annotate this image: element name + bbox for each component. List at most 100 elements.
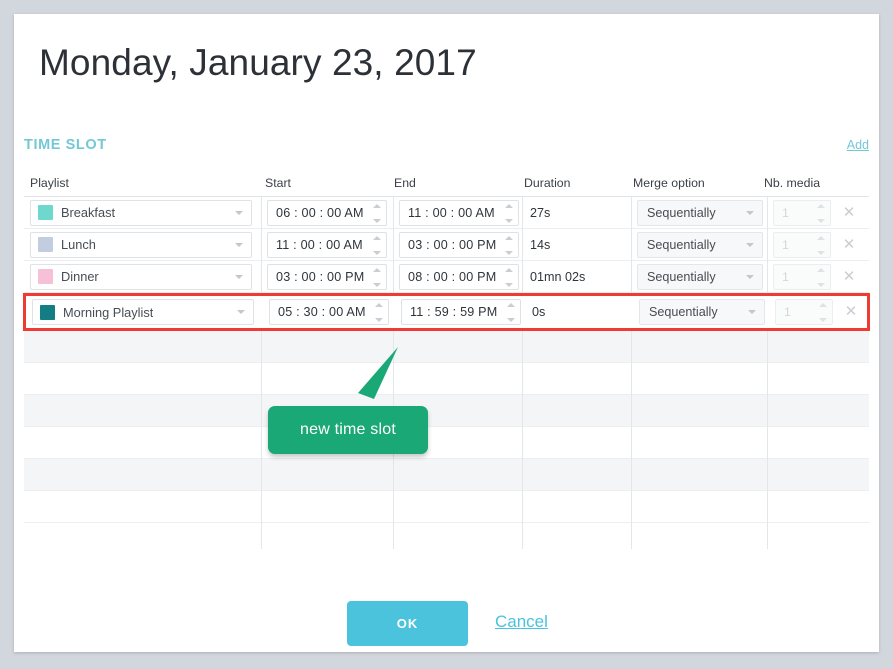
nb-media-value: 1 bbox=[782, 269, 789, 284]
spinner-up-icon[interactable] bbox=[505, 267, 513, 272]
playlist-select[interactable]: Lunch bbox=[30, 231, 252, 258]
spinner-up-icon[interactable] bbox=[505, 235, 513, 240]
table-row-empty[interactable] bbox=[24, 491, 869, 523]
nb-media-wrap: 1 ✕ bbox=[773, 231, 857, 258]
merge-option-value: Sequentially bbox=[647, 237, 716, 252]
nb-media-spinner[interactable] bbox=[817, 203, 826, 223]
nb-media-value: 1 bbox=[784, 305, 791, 319]
end-time-spinner[interactable] bbox=[507, 303, 516, 322]
playlist-select[interactable]: Morning Playlist bbox=[32, 299, 254, 325]
spinner-down-icon[interactable] bbox=[507, 318, 515, 322]
start-time-input[interactable]: 05 : 30 : 00 AM bbox=[269, 299, 389, 325]
spinner-down-icon[interactable] bbox=[505, 218, 513, 223]
chevron-down-icon[interactable] bbox=[235, 242, 243, 247]
spinner-down-icon[interactable] bbox=[817, 218, 825, 223]
table-row-empty[interactable] bbox=[24, 331, 869, 363]
start-time-input[interactable]: 11 : 00 : 00 AM bbox=[267, 231, 387, 258]
end-time-input[interactable]: 08 : 00 : 00 PM bbox=[399, 263, 519, 290]
playlist-select[interactable]: Dinner bbox=[30, 263, 252, 290]
merge-option-select[interactable]: Sequentially bbox=[637, 263, 763, 290]
nb-media-stepper[interactable]: 1 bbox=[773, 231, 831, 258]
nb-media-spinner[interactable] bbox=[819, 303, 828, 322]
spinner-up-icon[interactable] bbox=[373, 267, 381, 272]
nb-media-value: 1 bbox=[782, 237, 789, 252]
spinner-down-icon[interactable] bbox=[819, 318, 827, 322]
spinner-down-icon[interactable] bbox=[505, 250, 513, 255]
duration-value: 0s bbox=[532, 305, 546, 319]
spinner-up-icon[interactable] bbox=[373, 235, 381, 240]
delete-row-button[interactable]: ✕ bbox=[843, 304, 859, 320]
table-row[interactable]: Morning Playlist 05 : 30 : 00 AM 11 : 59 :… bbox=[23, 293, 870, 331]
end-time-spinner[interactable] bbox=[505, 235, 514, 255]
spinner-up-icon[interactable] bbox=[817, 267, 825, 272]
playlist-select[interactable]: Breakfast bbox=[30, 199, 252, 226]
end-time-spinner[interactable] bbox=[505, 203, 514, 223]
start-time-input[interactable]: 06 : 00 : 00 AM bbox=[267, 199, 387, 226]
dialog-card: Monday, January 23, 2017 TIME SLOT Add P… bbox=[14, 14, 879, 652]
spinner-down-icon[interactable] bbox=[373, 282, 381, 287]
nb-media-spinner[interactable] bbox=[817, 267, 826, 287]
chevron-down-icon[interactable] bbox=[748, 310, 756, 314]
start-time-spinner[interactable] bbox=[373, 267, 382, 287]
chevron-down-icon[interactable] bbox=[746, 210, 754, 215]
nb-media-stepper[interactable]: 1 bbox=[775, 299, 833, 325]
spinner-down-icon[interactable] bbox=[817, 250, 825, 255]
delete-row-button[interactable]: ✕ bbox=[841, 236, 857, 253]
nb-media-stepper[interactable]: 1 bbox=[773, 199, 831, 226]
spinner-down-icon[interactable] bbox=[373, 218, 381, 223]
chevron-down-icon[interactable] bbox=[235, 274, 243, 279]
add-time-slot-link[interactable]: Add bbox=[847, 138, 869, 152]
merge-option-select[interactable]: Sequentially bbox=[637, 199, 763, 226]
end-time-spinner[interactable] bbox=[505, 267, 514, 287]
table-row[interactable]: Breakfast 06 : 00 : 00 AM 11 : 00 : 00 AM 2… bbox=[24, 197, 869, 229]
spinner-up-icon[interactable] bbox=[373, 203, 381, 208]
spinner-up-icon[interactable] bbox=[819, 303, 827, 307]
end-time-input[interactable]: 03 : 00 : 00 PM bbox=[399, 231, 519, 258]
spinner-up-icon[interactable] bbox=[375, 303, 383, 307]
table-row-empty[interactable] bbox=[24, 459, 869, 491]
merge-option-select[interactable]: Sequentially bbox=[639, 299, 765, 325]
cell-end: 11 : 59 : 59 PM bbox=[395, 296, 524, 328]
delete-row-button[interactable]: ✕ bbox=[841, 204, 857, 221]
chevron-down-icon[interactable] bbox=[237, 310, 245, 314]
delete-row-button[interactable]: ✕ bbox=[841, 268, 857, 285]
start-time-spinner[interactable] bbox=[373, 235, 382, 255]
end-time-input[interactable]: 11 : 59 : 59 PM bbox=[401, 299, 521, 325]
table-row-empty[interactable] bbox=[24, 395, 869, 427]
chevron-down-icon[interactable] bbox=[235, 210, 243, 215]
cell-playlist: Lunch bbox=[24, 229, 261, 260]
spinner-up-icon[interactable] bbox=[507, 303, 515, 307]
merge-option-select[interactable]: Sequentially bbox=[637, 231, 763, 258]
table-row-empty[interactable] bbox=[24, 363, 869, 395]
chevron-down-icon[interactable] bbox=[746, 274, 754, 279]
spinner-down-icon[interactable] bbox=[505, 282, 513, 287]
table-row[interactable]: Dinner 03 : 00 : 00 PM 08 : 00 : 00 PM 01mn… bbox=[24, 261, 869, 293]
cell-end: 08 : 00 : 00 PM bbox=[393, 261, 522, 292]
cell-merge-option: Sequentially bbox=[631, 197, 767, 228]
nb-media-spinner[interactable] bbox=[817, 235, 826, 255]
column-header-playlist: Playlist bbox=[30, 176, 69, 190]
column-header-nb-media: Nb. media bbox=[764, 176, 821, 190]
table-header-row: Playlist Start End Duration Merge option… bbox=[24, 169, 869, 197]
spinner-up-icon[interactable] bbox=[505, 203, 513, 208]
spinner-down-icon[interactable] bbox=[373, 250, 381, 255]
start-time-spinner[interactable] bbox=[375, 303, 384, 322]
cancel-button[interactable]: Cancel bbox=[495, 612, 548, 632]
spinner-up-icon[interactable] bbox=[817, 235, 825, 240]
spinner-up-icon[interactable] bbox=[817, 203, 825, 208]
table-body: Breakfast 06 : 00 : 00 AM 11 : 00 : 00 AM 2… bbox=[23, 197, 870, 549]
start-time-input[interactable]: 03 : 00 : 00 PM bbox=[267, 263, 387, 290]
spinner-down-icon[interactable] bbox=[375, 318, 383, 322]
table-row[interactable]: Lunch 11 : 00 : 00 AM 03 : 00 : 00 PM 14s Se… bbox=[24, 229, 869, 261]
playlist-color-swatch bbox=[38, 205, 53, 220]
table-row-empty[interactable] bbox=[24, 427, 869, 459]
chevron-down-icon[interactable] bbox=[746, 242, 754, 247]
cell-merge-option: Sequentially bbox=[631, 229, 767, 260]
nb-media-stepper[interactable]: 1 bbox=[773, 263, 831, 290]
playlist-name: Morning Playlist bbox=[63, 304, 154, 320]
ok-button[interactable]: OK bbox=[347, 601, 468, 646]
cell-duration: 14s bbox=[522, 229, 631, 260]
start-time-spinner[interactable] bbox=[373, 203, 382, 223]
end-time-input[interactable]: 11 : 00 : 00 AM bbox=[399, 199, 519, 226]
spinner-down-icon[interactable] bbox=[817, 282, 825, 287]
